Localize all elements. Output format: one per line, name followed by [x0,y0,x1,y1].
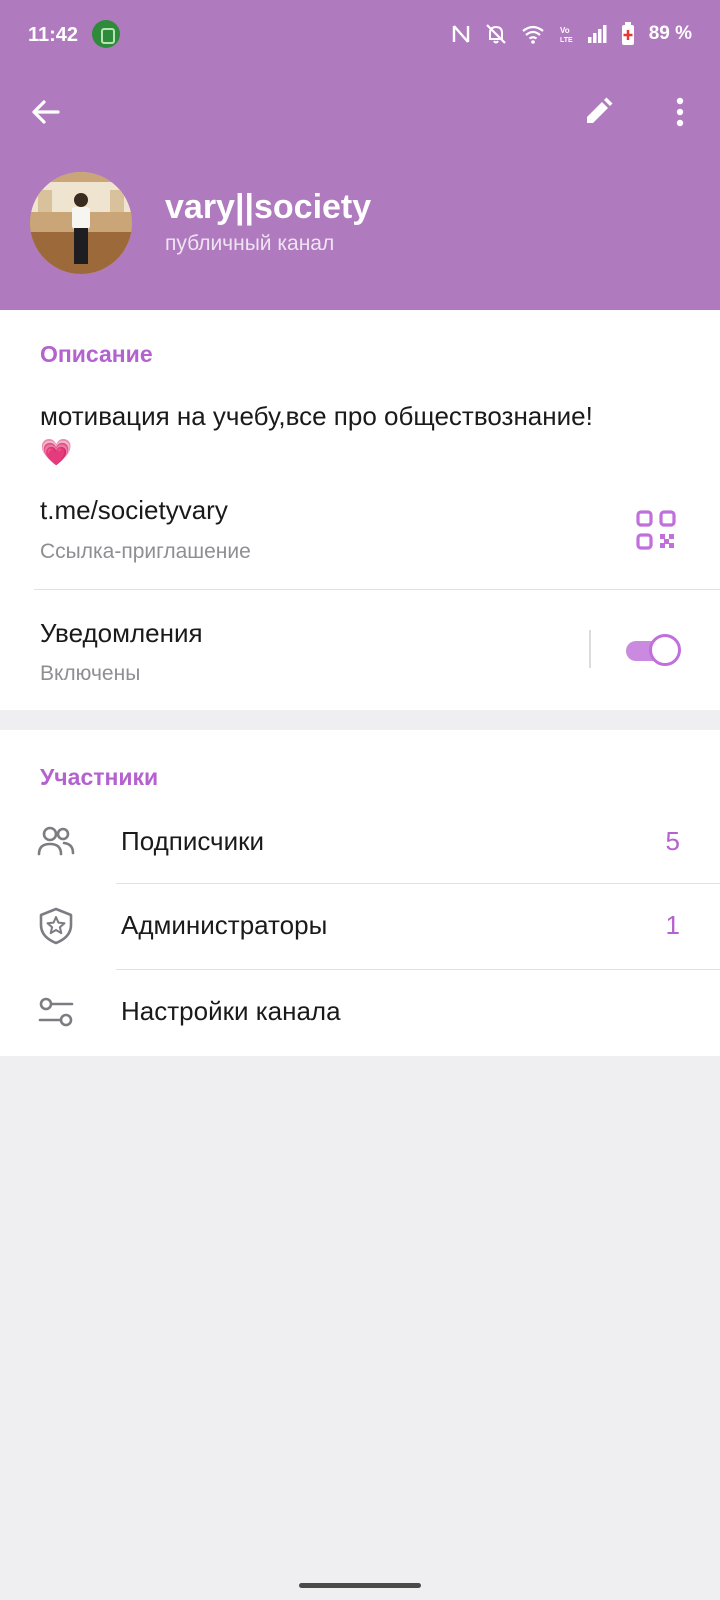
channel-settings-row[interactable]: Настройки канала [0,970,720,1054]
channel-type: публичный канал [165,232,335,255]
arrow-left-icon [32,100,60,124]
channel-description: мотивация на учебу,все про обществознани… [40,398,690,470]
nfc-icon [452,25,469,43]
back-button[interactable] [22,88,70,136]
channel-name: vary||society [165,188,372,226]
status-bar: 11:42 Vo LTE 89 % [0,0,720,70]
administrators-count: 1 [665,910,680,940]
home-indicator[interactable] [299,1583,421,1588]
volte-icon: Vo LTE [560,26,573,44]
svg-text:Vo: Vo [560,26,570,35]
battery-percent: 89 % [648,23,692,44]
subscribers-row[interactable]: Подписчики 5 [0,800,720,884]
description-text: мотивация на учебу,все про обществознани… [40,401,593,431]
members-section-title: Участники [40,764,159,790]
vertical-separator [589,630,591,668]
bell-off-icon [485,24,506,44]
divider [34,589,720,590]
channel-header: 11:42 Vo LTE 89 % vary||society публичны… [0,0,720,310]
dots-vertical-icon [676,97,684,127]
notifications-toggle[interactable] [624,633,682,667]
users-icon [37,826,75,856]
more-options-button[interactable] [656,88,704,136]
heart-emoji: 💗 [40,437,73,467]
avatar-photo [30,172,132,274]
pencil-icon [587,97,613,123]
status-icons: Vo LTE 89 % [451,22,692,46]
description-section-title: Описание [40,341,153,367]
invite-link-label: Ссылка-приглашение [40,540,251,563]
channel-avatar[interactable] [30,172,132,274]
signal-icon [587,25,607,43]
notifications-title: Уведомления [40,618,203,648]
wifi-icon [522,25,544,44]
administrators-row[interactable]: Администраторы 1 [0,884,720,968]
qr-code-icon [636,510,676,550]
toggle-knob [649,634,681,666]
battery-icon [621,22,634,45]
channel-settings-label: Настройки канала [121,996,341,1026]
subscribers-label: Подписчики [121,826,265,856]
subscribers-count: 5 [665,826,680,856]
svg-text:LTE: LTE [560,37,573,44]
sliders-icon [38,997,74,1027]
shield-star-icon [39,907,73,945]
edit-button[interactable] [574,88,622,136]
app-notification-icon [92,20,120,48]
notifications-status: Включены [40,662,141,685]
status-time: 11:42 [28,24,79,46]
qr-code-button[interactable] [636,510,676,550]
invite-link[interactable]: t.me/societyvary [40,495,228,526]
administrators-label: Администраторы [121,910,328,940]
